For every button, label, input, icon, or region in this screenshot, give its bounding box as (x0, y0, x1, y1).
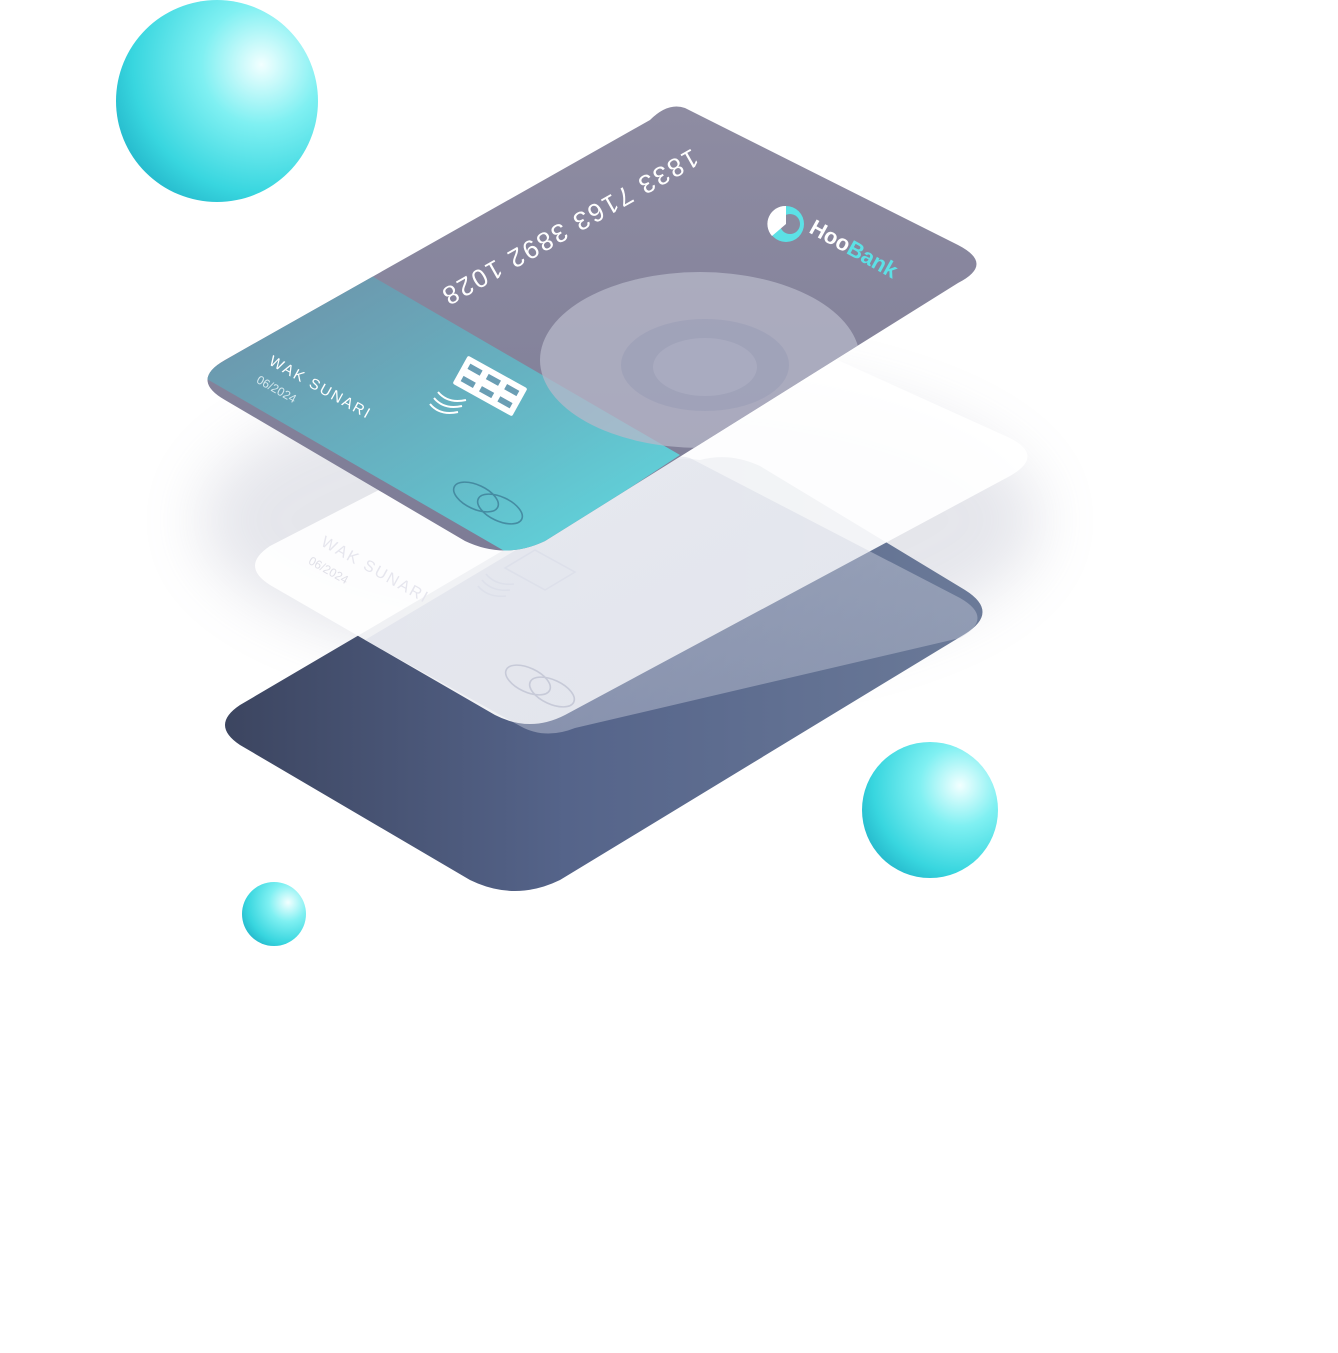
sphere-large (116, 0, 318, 202)
cards-illustration: WAK SUNARI 06/2024 1833 7163 3892 1028 W… (116, 0, 1040, 946)
sphere-medium (862, 742, 998, 878)
sphere-small (242, 882, 306, 946)
hero-illustration: WAK SUNARI 06/2024 1833 7163 3892 1028 W… (0, 0, 1338, 1348)
